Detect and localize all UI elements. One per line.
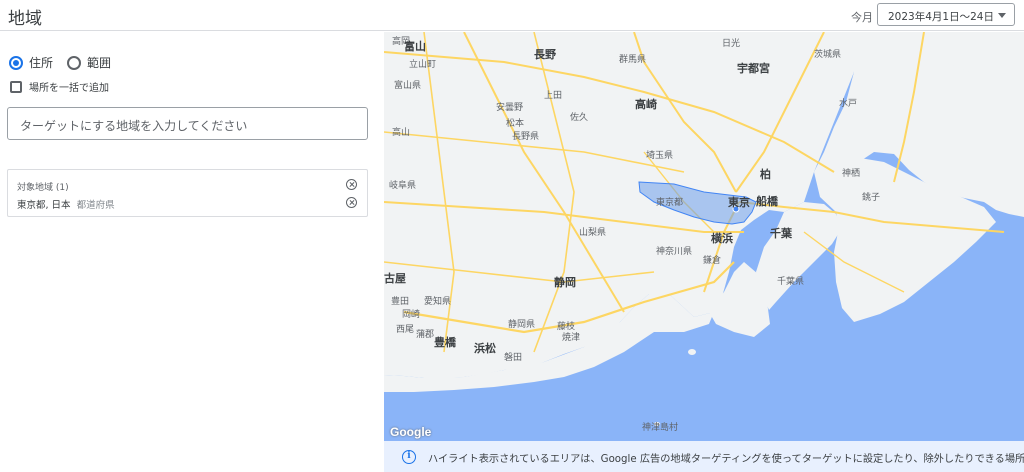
clear-all-icon[interactable] [346,179,357,190]
map-label: 静岡 [554,275,576,289]
radio-radius-label: 範囲 [87,56,112,70]
map-label: 富山県 [394,79,421,91]
map-label: 豊田 [391,295,409,307]
map-label: 神奈川県 [656,245,692,257]
map-label: 静岡県 [508,318,535,330]
checkbox-icon[interactable] [10,80,22,93]
map-label: 西尾 [396,324,414,335]
location-name: 東京都, 日本 [17,200,71,211]
dropdown-arrow-icon [998,13,1006,18]
radio-unselected-icon[interactable] [67,55,82,70]
map-label: 銚子 [862,191,880,203]
bulk-add-checkbox[interactable]: 場所を一括で追加 [10,79,109,94]
date-range-dropdown[interactable]: 2023年4月1日～24日 [877,3,1015,26]
location-search-input[interactable]: ターゲットにする地域を入力してください [7,107,368,140]
targeting-mode-radio-group: 住所 範囲 [9,54,125,71]
map-label: 藤枝 [557,320,575,332]
date-range-value: 2023年4月1日～24日 [888,11,994,23]
map-view[interactable]: 高岡 富山 立山町 富山県 長野 上田 群馬県 日光 宇都宮 茨城県 安曇野 松… [384,32,1024,441]
map-label: 長野県 [512,131,539,142]
map-label: 柏 [760,167,771,181]
map-label: 安曇野 [496,101,523,113]
map-label: 山梨県 [579,226,606,238]
location-panel: 住所 範囲 場所を一括で追加 ターゲットにする地域を入力してください 対象地域 … [0,32,384,472]
info-text: ハイライト表示されているエリアは、Google 広告の地域ターゲティングを使って… [428,454,1024,465]
top-bar: 地域 今月 2023年4月1日～24日 [0,0,1024,31]
map-label: 蒲郡 [416,328,434,340]
map-label: 東京都 [656,196,683,208]
map-label: 焼津 [562,332,580,343]
map-label: 立山町 [409,58,436,70]
map-label: 鎌倉 [703,254,721,266]
remove-location-icon[interactable] [346,197,357,208]
map-label: 佐久 [570,111,588,123]
map-label: 千葉県 [777,275,804,287]
map-label: 水戸 [839,97,857,109]
radio-address[interactable]: 住所 [9,54,53,71]
map-label: 愛知県 [424,295,451,307]
map-label: 日光 [722,37,740,49]
map-canvas[interactable]: 高岡 富山 立山町 富山県 長野 上田 群馬県 日光 宇都宮 茨城県 安曇野 松… [384,32,1024,441]
map-label: 横浜 [711,231,733,245]
map-label: 千葉 [770,226,793,240]
map-label: 古屋 [384,271,406,285]
targeted-locations-header: 対象地域 (1) [17,183,69,193]
map-label: 神栖 [842,167,860,179]
targeted-locations-list: 対象地域 (1) 東京都, 日本 都道府県 [7,169,368,217]
page-title: 地域 [8,9,42,29]
map-label: 長野 [534,48,556,61]
map-label: 松本 [506,117,524,129]
search-placeholder: ターゲットにする地域を入力してください [20,119,248,133]
map-label: 岐阜県 [389,179,416,191]
map-label: 高山 [392,126,410,138]
map-label: 宇都宮 [737,61,770,75]
radio-radius[interactable]: 範囲 [67,54,111,71]
radio-address-label: 住所 [29,56,54,70]
info-banner: i ハイライト表示されているエリアは、Google 広告の地域ターゲティングを使… [384,441,1024,472]
map-label: 高崎 [635,97,657,111]
map-label: 東京 [728,195,750,209]
map-label: 群馬県 [619,53,646,65]
map-label: 岡崎 [402,308,420,320]
location-type: 都道府県 [76,200,115,211]
targeted-location-item: 東京都, 日本 都道府県 [17,197,115,211]
map-label: 埼玉県 [646,149,673,161]
map-label: 茨城県 [814,48,841,60]
google-logo: Google [390,425,432,439]
date-range-label: 今月 [851,11,873,24]
map-label: 船橋 [756,194,779,208]
info-icon: i [402,450,416,464]
map-label: 上田 [544,90,562,101]
map-label: 神津島村 [642,421,678,433]
map-label: 浜松 [474,341,496,355]
map-label: 富山 [404,39,426,53]
bulk-add-label: 場所を一括で追加 [29,83,109,94]
map-label: 磐田 [504,351,522,363]
radio-selected-icon[interactable] [9,55,23,70]
map-label: 豊橋 [434,335,457,349]
